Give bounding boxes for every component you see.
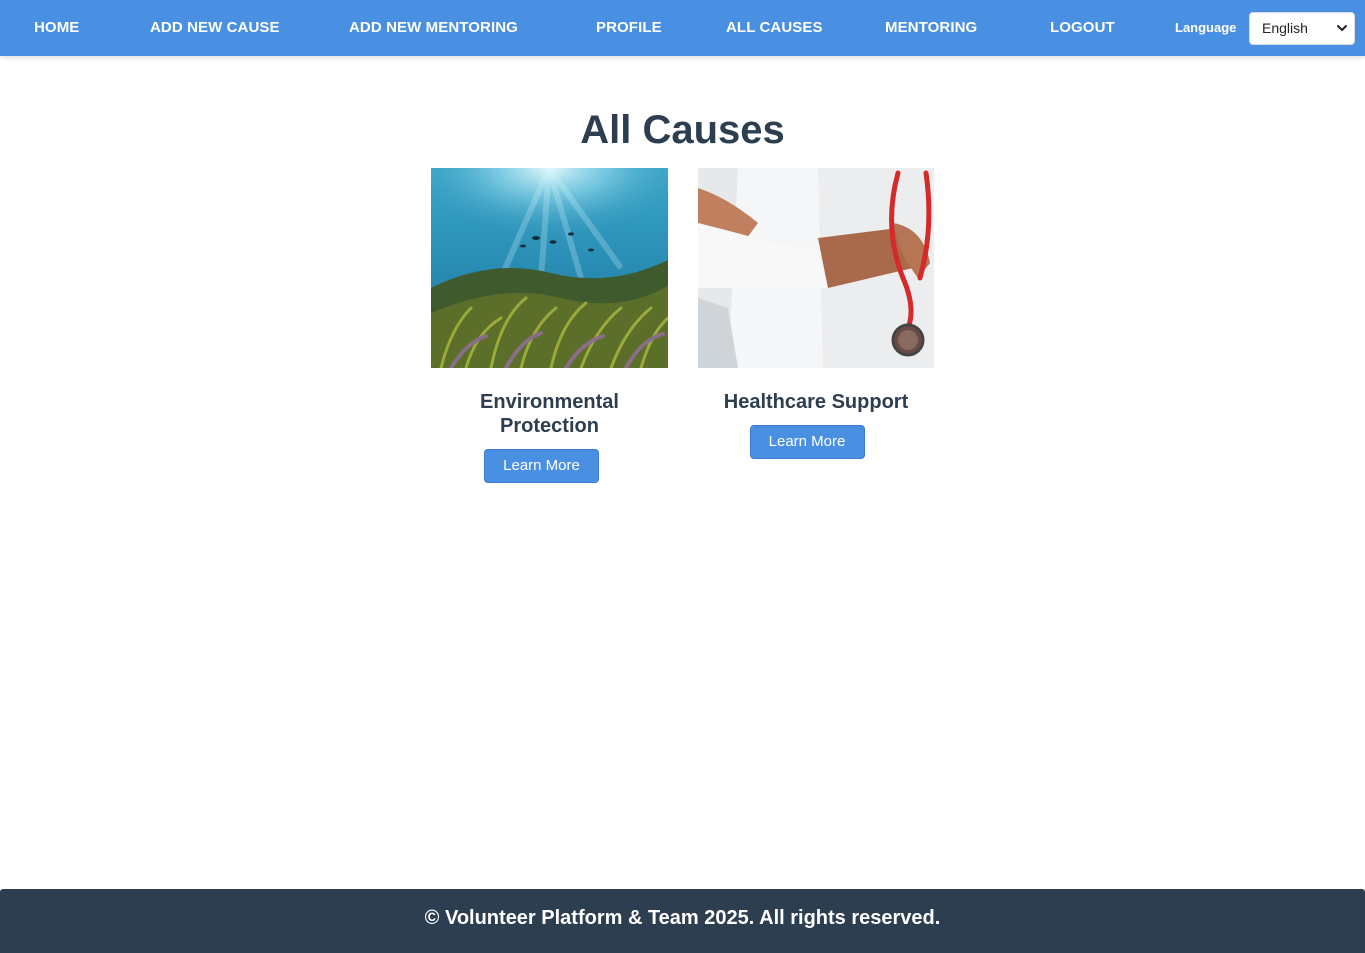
nav-add-new-cause[interactable]: ADD NEW CAUSE — [150, 0, 280, 56]
learn-more-button[interactable]: Learn More — [484, 449, 599, 483]
nav-add-new-mentoring[interactable]: ADD NEW MENTORING — [349, 0, 518, 56]
language-select[interactable]: English — [1249, 12, 1355, 45]
footer-copyright: © Volunteer Platform & Team 2025. All ri… — [424, 907, 941, 929]
nav-all-causes[interactable]: ALL CAUSES — [726, 0, 823, 56]
nav-logout[interactable]: LOGOUT — [1050, 0, 1115, 56]
top-navbar: HOME ADD NEW CAUSE ADD NEW MENTORING PRO… — [0, 0, 1365, 56]
footer: © Volunteer Platform & Team 2025. All ri… — [0, 889, 1365, 953]
page-title: All Causes — [580, 108, 785, 152]
nav-mentoring[interactable]: MENTORING — [885, 0, 977, 56]
learn-more-button[interactable]: Learn More — [749, 425, 865, 459]
language-selected-value: English — [1262, 20, 1308, 36]
underwater-seagrass-image — [431, 168, 668, 368]
language-label: Language — [1175, 20, 1237, 35]
doctor-stethoscope-image — [698, 168, 934, 368]
cause-title: Healthcare Support — [723, 391, 909, 413]
nav-profile[interactable]: PROFILE — [596, 0, 662, 56]
nav-home[interactable]: HOME — [34, 0, 79, 56]
cause-title: Environmental Protection — [480, 391, 619, 437]
chevron-down-icon — [1337, 25, 1347, 31]
cause-card-healthcare: Healthcare Support Learn More — [698, 168, 934, 459]
cause-card-environmental: Environmental Protection Learn More — [431, 168, 668, 483]
